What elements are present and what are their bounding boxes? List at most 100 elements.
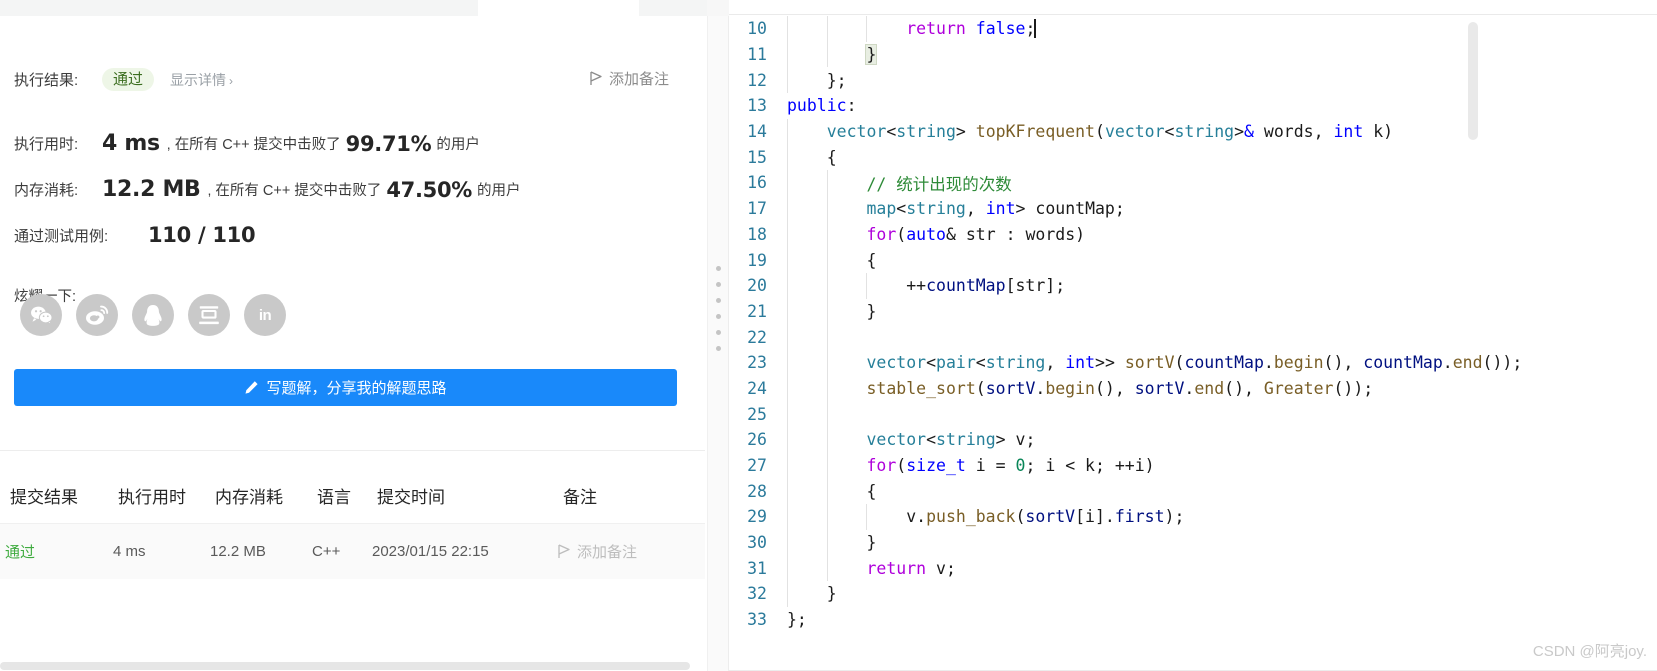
watermark: CSDN @阿亮joy.: [1532, 643, 1647, 660]
code-line[interactable]: 25: [729, 401, 1657, 427]
cell-status[interactable]: 通过: [0, 541, 113, 562]
code-line[interactable]: 26 vector<string> v;: [729, 427, 1657, 453]
qq-icon[interactable]: [132, 294, 174, 336]
code-token: begin: [1273, 353, 1324, 373]
linkedin-icon[interactable]: in: [244, 294, 286, 336]
code-token: .: [1184, 378, 1195, 398]
indent-guide: [787, 581, 788, 607]
show-detail-link[interactable]: 显示详情 ›: [170, 70, 233, 90]
code-line[interactable]: 14 vector<string> topKFrequent(vector<st…: [729, 118, 1657, 145]
code-token: > countMap;: [1015, 199, 1125, 219]
column-header-status: 提交结果: [10, 487, 78, 507]
testcases-value: 110 / 110: [148, 223, 256, 247]
code-token: words,: [1253, 122, 1334, 142]
code-token: int: [1333, 122, 1364, 142]
code-line[interactable]: 28 {: [729, 478, 1657, 505]
code-line[interactable]: 21 }: [729, 298, 1657, 325]
submission-status-link[interactable]: 通过: [5, 544, 35, 561]
code-line[interactable]: 31 return v;: [729, 555, 1657, 582]
column-header-time: 提交时间: [377, 487, 445, 507]
code-token: int: [985, 199, 1016, 219]
line-number: 23: [747, 353, 767, 373]
add-note-label: 添加备注: [608, 71, 669, 88]
indent-guide: [826, 41, 828, 68]
left-panel-horizontal-scrollbar[interactable]: [0, 661, 705, 671]
code-text: v.push_back(sortV[i].first);: [777, 507, 1184, 526]
indent-guide: [826, 195, 828, 222]
weibo-icon[interactable]: [76, 294, 118, 336]
row-add-note-button[interactable]: 添加备注: [558, 541, 698, 562]
douban-icon[interactable]: [188, 294, 230, 336]
submissions-table: 提交结果 执行用时 内存消耗 语言 提交时间 备注 通过 4 ms 12.2 M…: [0, 467, 705, 579]
indent-guide: [787, 272, 788, 299]
code-line[interactable]: 19 {: [729, 247, 1657, 273]
code-line[interactable]: 11 }: [729, 41, 1657, 68]
code-line[interactable]: 13 public:: [729, 93, 1657, 119]
code-token: sortV: [1124, 353, 1175, 373]
code-token: <: [886, 122, 897, 142]
code-token: return: [866, 558, 927, 578]
wechat-icon[interactable]: [20, 294, 62, 336]
indent-guide: [826, 221, 828, 248]
line-number: 12: [747, 70, 767, 90]
table-row[interactable]: 通过 4 ms 12.2 MB C++ 2023/01/15 22:15 添加备…: [0, 523, 705, 579]
cell-note[interactable]: 添加备注: [558, 541, 698, 562]
code-token: >: [955, 122, 976, 142]
line-number: 22: [747, 327, 767, 347]
indent-guide: [787, 221, 788, 248]
runtime-beat-prefix: 在所有 C++ 提交中击败了: [174, 137, 341, 153]
code-line[interactable]: 29 v.push_back(sortV[i].first);: [729, 504, 1657, 530]
code-line[interactable]: 10 return false;: [729, 16, 1657, 42]
code-text: vector<string> topKFrequent(vector<strin…: [777, 122, 1393, 141]
indent-guide: [787, 401, 788, 427]
indent-guide: [787, 298, 788, 325]
code-token: for: [866, 224, 897, 244]
code-token: & str : words): [945, 224, 1086, 244]
code-token: i =: [965, 456, 1016, 476]
runtime-percentile: 99.71%: [345, 131, 432, 156]
code-line[interactable]: 16 // 统计出现的次数: [729, 170, 1657, 196]
code-token: > v;: [995, 430, 1036, 450]
code-token: (: [896, 456, 907, 476]
add-note-button[interactable]: 添加备注: [590, 68, 669, 89]
testcases-label: 通过测试用例:: [14, 227, 109, 245]
code-token: auto: [906, 224, 946, 244]
code-text: };: [777, 610, 807, 629]
scrollbar-thumb[interactable]: [0, 662, 690, 670]
code-token: // 统计出现的次数: [866, 174, 1012, 194]
code-line[interactable]: 20 ++countMap[str];: [729, 272, 1657, 299]
code-token: return: [906, 19, 966, 39]
editor-vertical-scrollbar[interactable]: [1468, 22, 1478, 140]
indent-guide: [787, 144, 788, 171]
code-lines-container[interactable]: 10 return false; 11 } 12 }; 13 public: 14 vec…: [729, 16, 1657, 656]
runtime-row: 执行用时: 4 ms , 在所有 C++ 提交中击败了 99.71% 的用户: [14, 131, 480, 156]
leetcode-submission-screen: 执行结果: 通过 显示详情 › 添加备注 执行用时: 4 ms , 在所有 C++…: [0, 0, 1657, 671]
code-token: begin: [1045, 378, 1095, 398]
code-editor-panel[interactable]: 10 return false; 11 } 12 }; 13 public: 14 vec…: [729, 0, 1657, 671]
indent-guide: [826, 170, 828, 196]
code-line[interactable]: 27 for(size_t i = 0; i < k; ++i): [729, 452, 1657, 479]
code-line[interactable]: 18 for(auto& str : words): [729, 221, 1657, 248]
write-solution-button[interactable]: 写题解，分享我的解题思路: [14, 369, 677, 406]
code-line[interactable]: 30 }: [729, 529, 1657, 556]
code-line[interactable]: 23 vector<pair<string, int>> sortV(count…: [729, 349, 1657, 376]
column-header-language: 语言: [317, 487, 351, 507]
code-token: }: [865, 44, 878, 66]
code-line[interactable]: 24 stable_sort(sortV.begin(), sortV.end(…: [729, 375, 1657, 402]
code-line[interactable]: 17 map<string, int> countMap;: [729, 195, 1657, 222]
code-token: countMap: [926, 276, 1006, 296]
code-line[interactable]: 32 }: [729, 581, 1657, 607]
code-token: (),: [1094, 378, 1135, 398]
indent-guide: [787, 67, 788, 94]
code-line[interactable]: 15 {: [729, 144, 1657, 171]
line-number: 21: [747, 301, 767, 321]
code-line[interactable]: 22: [729, 324, 1657, 350]
code-line[interactable]: 33};: [729, 607, 1657, 633]
code-token: }: [787, 584, 837, 604]
code-token: ++: [787, 276, 927, 296]
indent-guide: [787, 349, 788, 376]
panel-divider[interactable]: [707, 16, 729, 671]
code-text: }: [777, 584, 837, 603]
code-line[interactable]: 12 };: [729, 67, 1657, 94]
